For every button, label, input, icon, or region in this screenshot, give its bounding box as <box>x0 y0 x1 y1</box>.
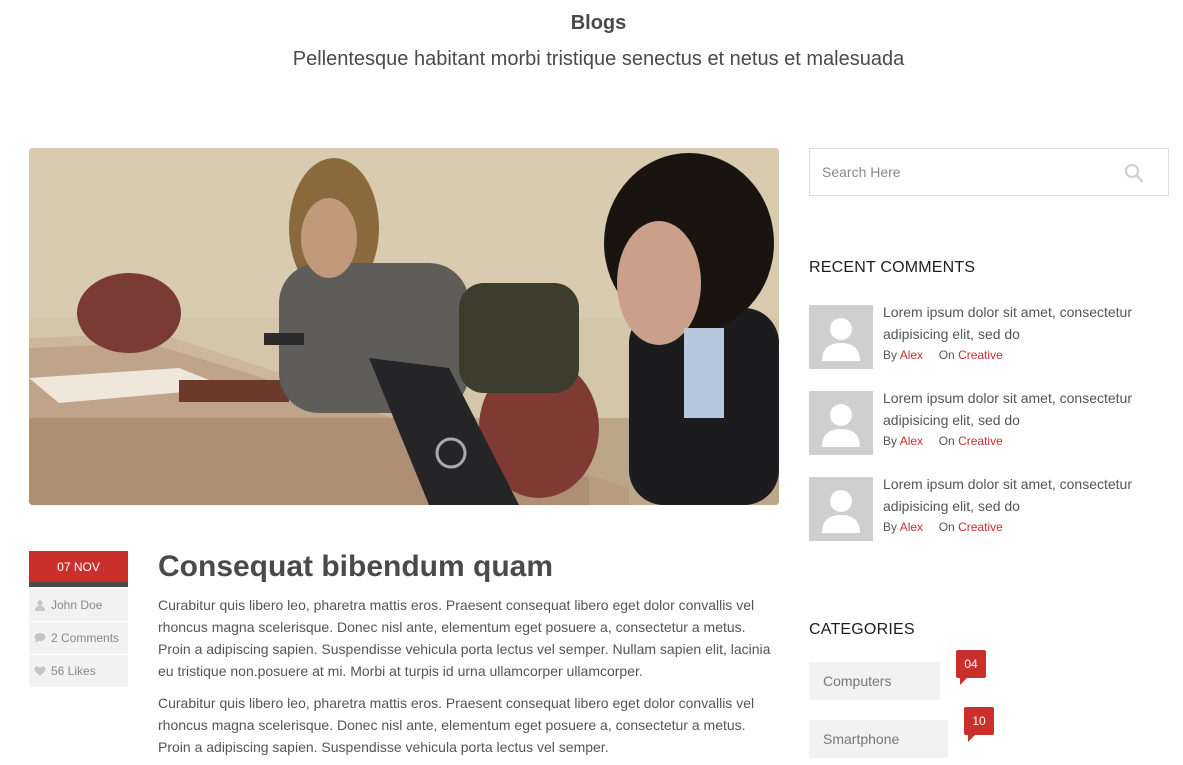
post-likes-count: 56 Likes <box>51 664 96 678</box>
post-author-name: John Doe <box>51 598 103 612</box>
on-label: On <box>938 434 955 448</box>
user-icon <box>35 600 45 611</box>
comment-author-link[interactable]: Alex <box>900 434 923 448</box>
recent-comment-item: Lorem ipsum dolor sit amet, consectetur … <box>809 304 1169 371</box>
comment-icon <box>34 633 46 643</box>
blog-post-image <box>29 148 779 505</box>
category-smartphone[interactable]: Smartphone <box>809 720 948 758</box>
post-title[interactable]: Consequat bibendum quam <box>158 548 553 586</box>
avatar-placeholder-icon <box>809 391 873 455</box>
comment-author-link[interactable]: Alex <box>900 520 923 534</box>
category-count-badge: 04 <box>956 650 986 685</box>
recent-comment-item: Lorem ipsum dolor sit amet, consectetur … <box>809 476 1169 543</box>
post-comments-count: 2 Comments <box>51 631 120 645</box>
categories-heading: CATEGORIES <box>809 621 915 638</box>
on-label: On <box>938 348 955 362</box>
comment-category-link[interactable]: Creative <box>958 434 1003 448</box>
post-paragraph: Curabitur quis libero leo, pharetra matt… <box>158 695 755 755</box>
recent-comment-item: Lorem ipsum dolor sit amet, consectetur … <box>809 390 1169 457</box>
avatar-placeholder-icon <box>809 477 873 541</box>
search-icon[interactable] <box>1124 163 1144 183</box>
recent-comments-heading: RECENT COMMENTS <box>809 259 976 276</box>
page-header: Blogs Pellentesque habitant morbi tristi… <box>0 10 1183 72</box>
category-count-badge: 10 <box>964 707 994 742</box>
search-box <box>809 148 1169 196</box>
heart-icon <box>34 666 46 676</box>
by-label: By <box>883 434 898 448</box>
comment-text: Lorem ipsum dolor sit amet, consectetur … <box>883 304 1132 342</box>
comment-meta: By Alex On Creative <box>883 520 1003 534</box>
avatar-placeholder-icon <box>809 305 873 369</box>
comment-author-link[interactable]: Alex <box>900 348 923 362</box>
on-label: On <box>938 520 955 534</box>
comment-category-link[interactable]: Creative <box>958 348 1003 362</box>
post-date-badge: 07 NOV <box>29 551 128 587</box>
post-likes[interactable]: 56 Likes <box>29 655 128 688</box>
comment-meta: By Alex On Creative <box>883 348 1003 362</box>
post-meta: John Doe 2 Comments 56 Likes <box>29 589 128 688</box>
comment-category-link[interactable]: Creative <box>958 520 1003 534</box>
page-subtitle: Pellentesque habitant morbi tristique se… <box>292 48 905 70</box>
search-input[interactable] <box>810 149 1110 195</box>
by-label: By <box>883 520 898 534</box>
comment-meta: By Alex On Creative <box>883 434 1003 448</box>
category-computers[interactable]: Computers <box>809 662 940 700</box>
post-author[interactable]: John Doe <box>29 589 128 622</box>
page-title: Blogs <box>570 12 627 34</box>
comment-text: Lorem ipsum dolor sit amet, consectetur … <box>883 476 1132 514</box>
post-paragraph: Curabitur quis libero leo, pharetra matt… <box>158 597 771 679</box>
comment-text: Lorem ipsum dolor sit amet, consectetur … <box>883 390 1132 428</box>
post-comments-link[interactable]: 2 Comments <box>29 622 128 655</box>
by-label: By <box>883 348 898 362</box>
